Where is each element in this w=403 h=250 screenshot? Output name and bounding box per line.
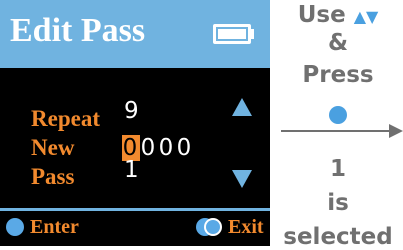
press-dot-icon xyxy=(329,106,347,124)
instruction-use: Use ▲▼ xyxy=(283,2,393,30)
triangle-up-icon[interactable] xyxy=(232,98,252,116)
instruction-press: Press xyxy=(302,62,374,88)
instruction-selected: selected xyxy=(283,224,393,250)
repeat-value: 9 xyxy=(124,98,141,124)
footer-divider xyxy=(0,208,270,211)
pass-digit-4[interactable]: 0 xyxy=(176,135,194,161)
battery-tip xyxy=(251,29,254,39)
title-bar: Edit Pass xyxy=(0,0,270,68)
arrow-line xyxy=(281,130,391,132)
arrow-right-icon xyxy=(389,124,403,138)
up-down-arrows-icon: ▲▼ xyxy=(353,7,379,26)
battery-icon xyxy=(213,24,251,44)
screen-title: Edit Pass xyxy=(10,12,146,49)
instruction-and: & xyxy=(327,30,349,56)
instruction-is: is xyxy=(327,190,349,216)
repeat-label: Repeat xyxy=(31,106,100,131)
pass-label: Pass xyxy=(31,164,75,189)
instruction-use-text: Use xyxy=(297,2,346,28)
pass-value: 1 xyxy=(124,157,141,183)
new-label: New xyxy=(31,135,75,160)
battery-level xyxy=(218,29,246,39)
enter-label[interactable]: Enter xyxy=(30,215,79,239)
device-screen: Edit Pass Repeat New Pass 9 0000 1 Enter… xyxy=(0,0,270,246)
pass-digit-2[interactable]: 0 xyxy=(140,135,158,161)
triangle-down-icon[interactable] xyxy=(232,170,252,188)
exit-label[interactable]: Exit xyxy=(228,215,264,239)
instruction-number: 1 xyxy=(329,156,346,182)
enter-dot-icon[interactable] xyxy=(6,218,24,236)
exit-toggle-icon[interactable] xyxy=(196,218,222,236)
pass-digit-3[interactable]: 0 xyxy=(158,135,176,161)
